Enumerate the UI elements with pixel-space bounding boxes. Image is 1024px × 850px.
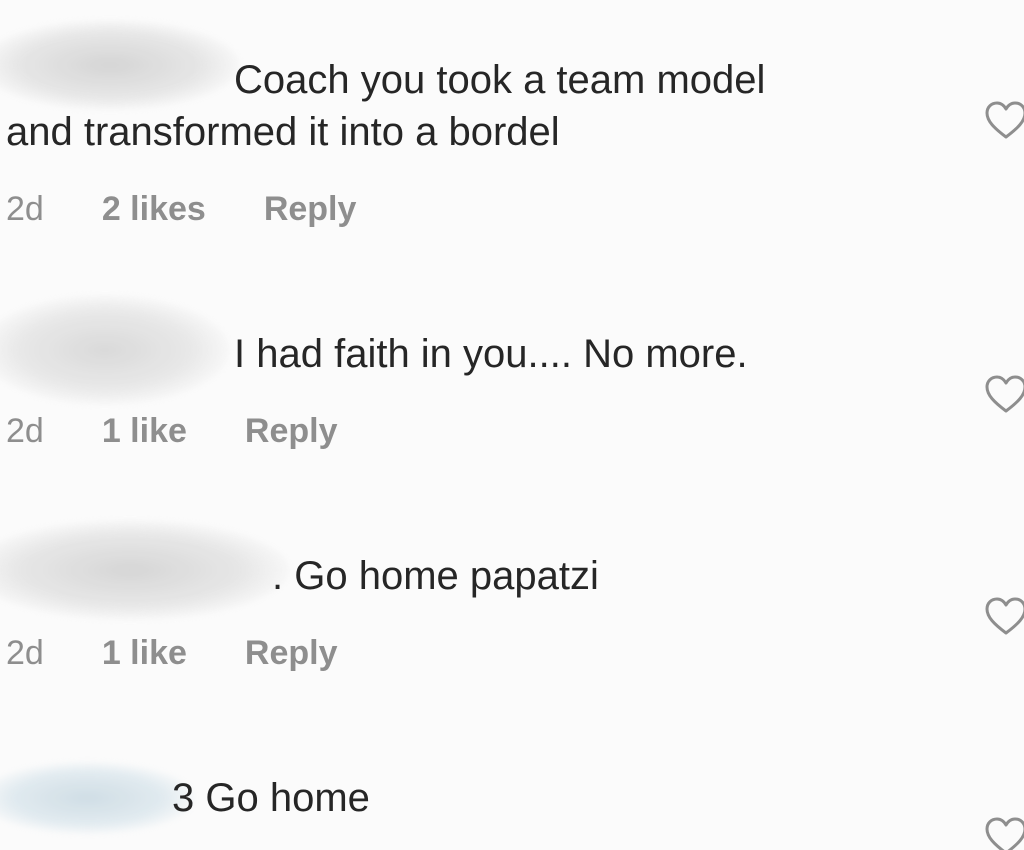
comments-list: Coach you took a team model and transfor… [0, 0, 1024, 850]
comment-text: 3 Go home [172, 776, 370, 820]
comment-item: 3 Go home [0, 0, 1024, 850]
redacted-username [0, 762, 195, 834]
heart-icon[interactable] [984, 816, 1024, 850]
